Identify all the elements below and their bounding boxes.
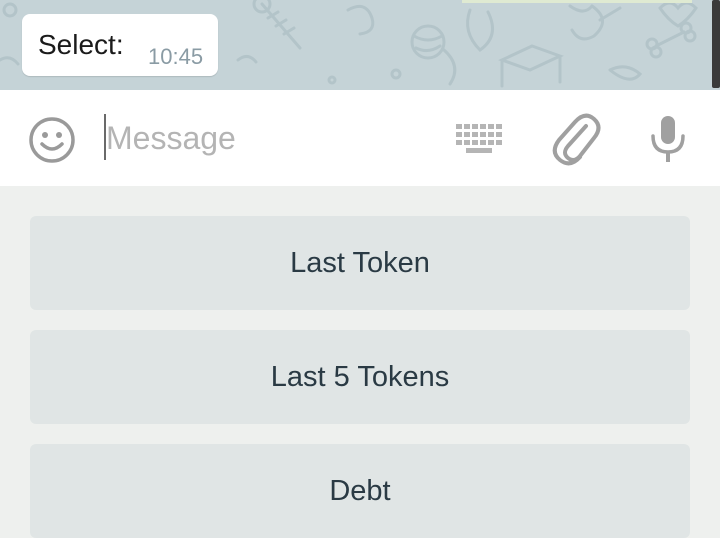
message-text: Select: bbox=[38, 29, 124, 60]
emoji-button[interactable] bbox=[26, 114, 78, 166]
message-timestamp: 10:45 bbox=[148, 44, 204, 69]
emoji-icon bbox=[29, 117, 75, 163]
microphone-icon bbox=[651, 116, 685, 162]
reply-keyboard: Last Token Last 5 Tokens Debt bbox=[0, 186, 720, 538]
attach-button[interactable] bbox=[550, 110, 602, 166]
text-caret bbox=[104, 114, 106, 160]
previous-message-edge bbox=[462, 0, 692, 3]
chat-history: Select: 10:45 bbox=[0, 0, 720, 90]
incoming-message-bubble: Select: 10:45 bbox=[22, 14, 218, 76]
paperclip-icon bbox=[552, 113, 601, 166]
reply-button-label: Debt bbox=[329, 474, 391, 507]
reply-button-last-5-tokens[interactable]: Last 5 Tokens bbox=[30, 330, 690, 424]
message-input[interactable] bbox=[104, 116, 424, 160]
keyboard-toggle-button[interactable] bbox=[452, 120, 510, 156]
scrollbar-thumb[interactable] bbox=[712, 0, 720, 88]
keyboard-icon bbox=[456, 124, 502, 153]
reply-button-label: Last 5 Tokens bbox=[270, 360, 450, 393]
voice-record-button[interactable] bbox=[645, 110, 691, 166]
reply-button-label: Last Token bbox=[290, 246, 430, 279]
message-composer bbox=[0, 90, 720, 186]
reply-button-last-token[interactable]: Last Token bbox=[30, 216, 690, 310]
reply-button-debt[interactable]: Debt bbox=[30, 444, 690, 538]
